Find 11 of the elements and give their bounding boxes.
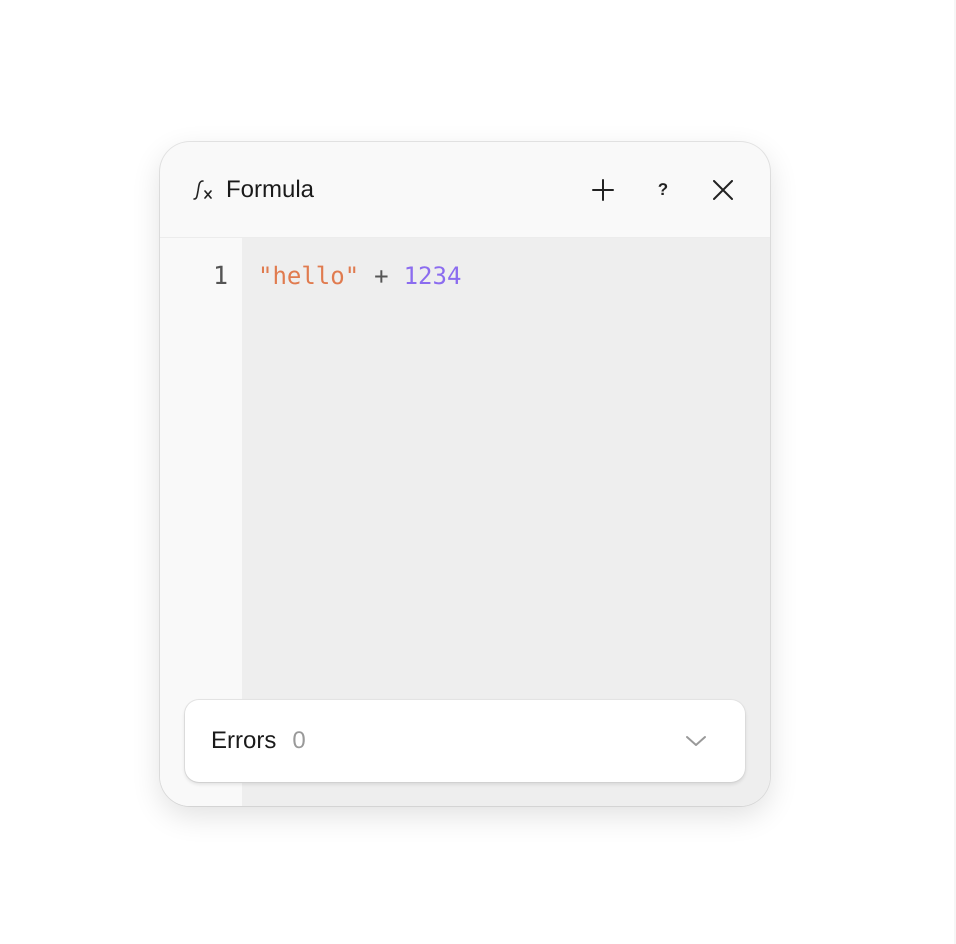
help-button[interactable]: ? [644, 170, 682, 208]
plus-icon [592, 178, 614, 200]
errors-count: 0 [292, 727, 306, 755]
line-number: 1 [212, 260, 228, 292]
close-icon [713, 180, 733, 200]
code-token: + [374, 261, 389, 292]
chevron-icon[interactable] [685, 735, 707, 747]
panel-title: Formula [226, 176, 314, 204]
code-token: 1234 [404, 261, 462, 292]
errors-panel[interactable]: Errors 0 [185, 700, 745, 782]
code-token: "hello" [258, 261, 360, 292]
